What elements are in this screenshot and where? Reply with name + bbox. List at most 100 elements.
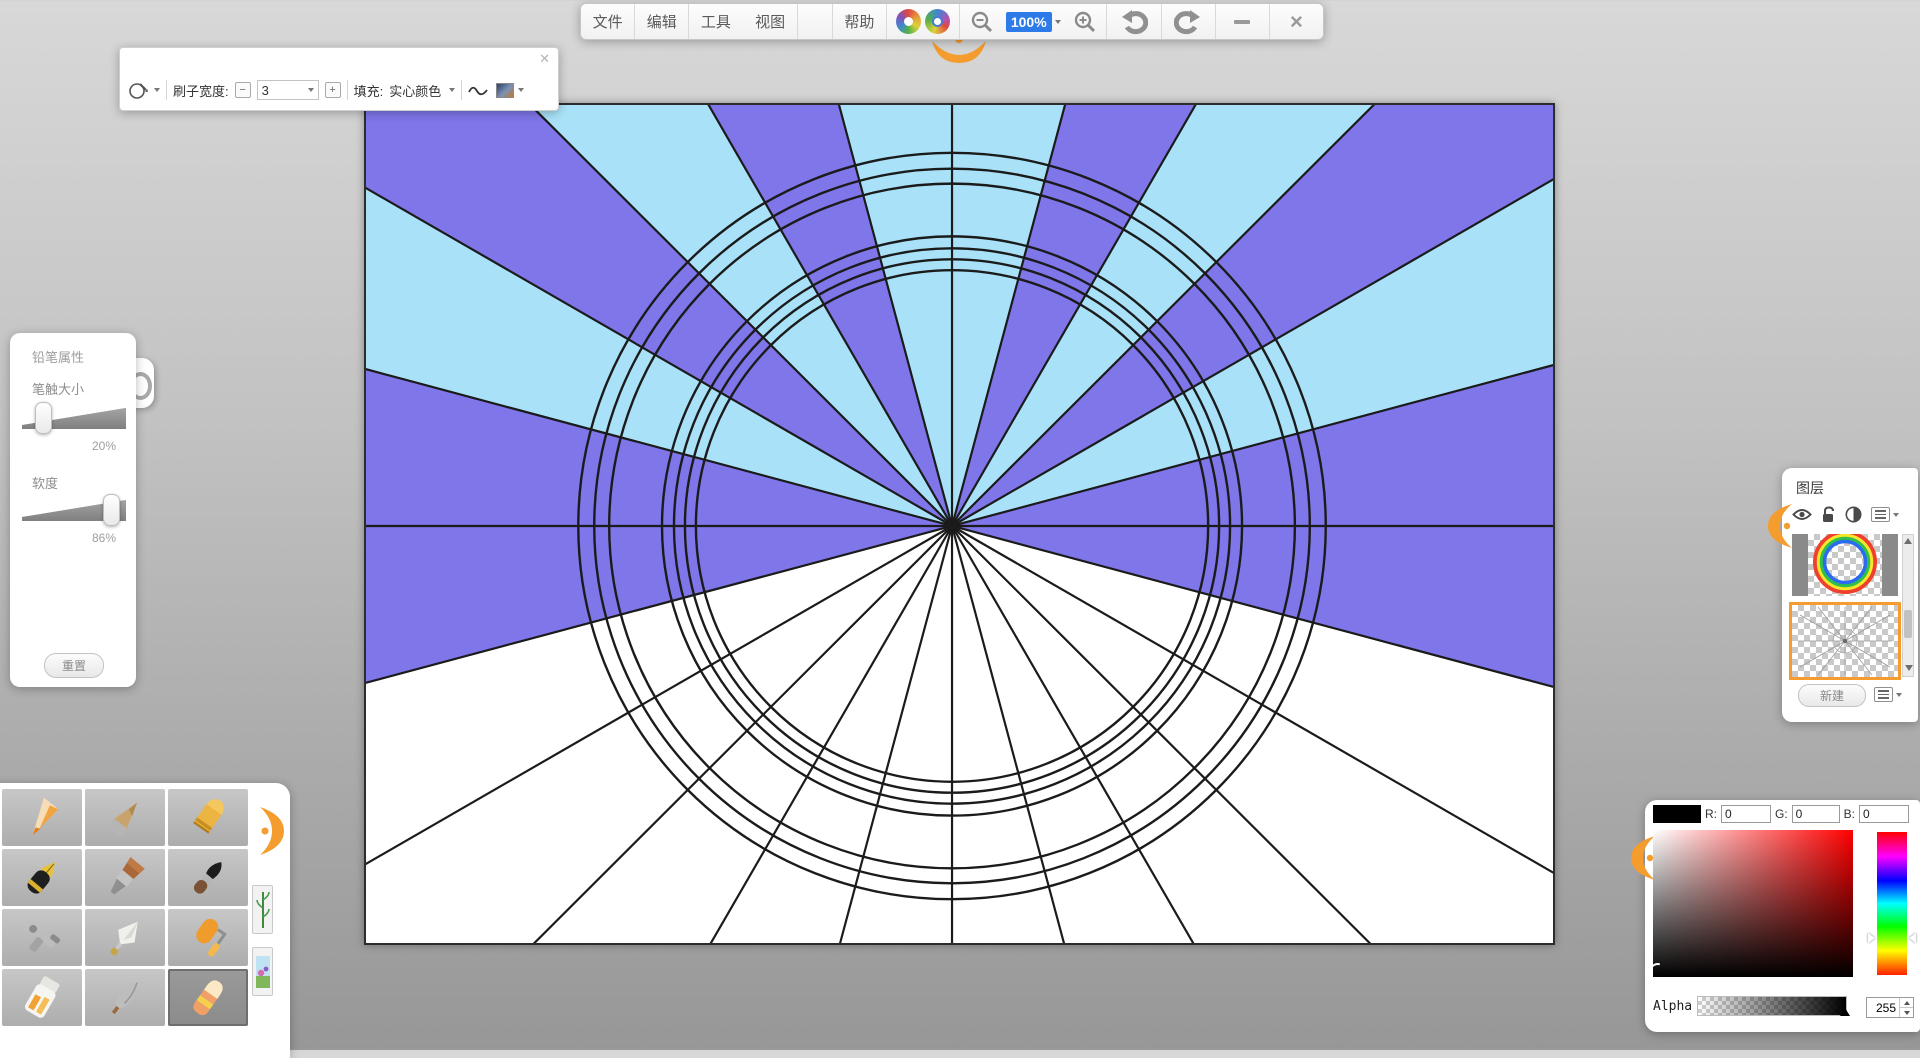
layers-panel: 图层 (1782, 468, 1918, 722)
layer-item-rainbow-circle[interactable] (1792, 534, 1898, 596)
chevron-down-icon[interactable] (154, 88, 160, 92)
alpha-spinner[interactable] (1899, 998, 1913, 1017)
flower-photo-icon (256, 952, 270, 992)
layers-list-menu-button[interactable] (1874, 687, 1902, 702)
softness-slider[interactable] (22, 499, 126, 521)
layers-scrollbar[interactable] (1902, 534, 1914, 677)
spinner-down-button[interactable] (1900, 1007, 1913, 1017)
alpha-slider[interactable] (1697, 996, 1847, 1016)
scrollbar-thumb[interactable] (1904, 610, 1912, 638)
stroke-color-select[interactable] (496, 83, 524, 98)
fill-mode-select[interactable]: 实心颜色 (389, 81, 455, 100)
zoom-out-button[interactable] (960, 4, 1004, 39)
red-label: R: (1705, 807, 1717, 821)
brush-width-label: 刷子宽度: (173, 81, 229, 100)
workspace-toggle-button[interactable] (887, 4, 959, 39)
blend-contrast-icon[interactable] (1845, 506, 1862, 523)
brush-width-value: 3 (262, 83, 302, 98)
tool-crayon-button[interactable] (168, 789, 248, 846)
scroll-down-icon[interactable] (1905, 665, 1913, 671)
tool-fountain-pen-button[interactable] (2, 849, 82, 906)
panel-title: 铅笔属性 (32, 347, 84, 366)
picture-stamp-button[interactable] (252, 947, 273, 996)
menu-tools[interactable]: 工具 (689, 4, 742, 39)
chevron-down-icon (449, 88, 455, 92)
menu-edit[interactable]: 编辑 (635, 4, 688, 39)
zoom-in-button[interactable] (1063, 4, 1107, 39)
new-layer-button[interactable]: 新建 (1798, 684, 1866, 707)
close-button[interactable]: × (1270, 4, 1323, 39)
softness-label: 软度 (32, 473, 58, 492)
tool-smudge-button[interactable] (85, 969, 165, 1026)
reset-button[interactable]: 重置 (44, 653, 104, 678)
visibility-eye-icon[interactable] (1792, 508, 1812, 521)
undo-button[interactable] (1107, 4, 1160, 39)
menu-help[interactable]: 帮助 (833, 4, 886, 39)
paint-roller-icon (185, 915, 231, 961)
zoom-level-select[interactable]: 100% (1004, 4, 1063, 39)
tool-pencil-button[interactable] (2, 789, 82, 846)
drawing-canvas[interactable] (364, 103, 1555, 945)
panel-title: 图层 (1796, 478, 1824, 498)
slider-thumb[interactable] (103, 494, 120, 526)
scroll-up-icon[interactable] (1904, 538, 1912, 544)
tool-eraser-button[interactable] (168, 969, 248, 1026)
tool-flat-brush-button[interactable] (85, 849, 165, 906)
sv-cursor-icon[interactable] (1649, 963, 1667, 981)
palette-knife-icon (102, 915, 148, 961)
hue-slider[interactable] (1877, 832, 1907, 975)
tool-ink-brush-button[interactable] (168, 849, 248, 906)
arrow-down-icon (1904, 1011, 1910, 1015)
tool-palette-knife-button[interactable] (85, 909, 165, 966)
menu-file[interactable]: 文件 (581, 4, 634, 39)
alpha-value: 255 (1867, 1001, 1899, 1015)
layers-drag-handle[interactable] (1768, 504, 1794, 548)
toolbar-close-button[interactable]: ✕ (539, 52, 550, 65)
menu-lines-icon (1871, 507, 1890, 522)
shape-tool-icon[interactable] (128, 80, 148, 100)
saturation-value-field[interactable] (1653, 830, 1853, 977)
tool-paint-roller-button[interactable] (168, 909, 248, 966)
layer-options-menu-button[interactable] (1871, 507, 1899, 522)
ink-brush-icon (185, 855, 231, 901)
bamboo-stamp-button[interactable] (252, 885, 273, 934)
hue-marker-left-icon[interactable] (1868, 933, 1875, 943)
airbrush-icon (19, 915, 65, 961)
tool-pastel-button[interactable] (85, 789, 165, 846)
pencil-icon (19, 795, 65, 841)
hue-marker-right-icon[interactable] (1909, 933, 1916, 943)
chevron-down-icon (1893, 513, 1899, 517)
alpha-value-box[interactable]: 255 (1866, 997, 1914, 1018)
lock-open-icon[interactable] (1821, 506, 1836, 523)
tool-airbrush-button[interactable] (2, 909, 82, 966)
spinner-up-button[interactable] (1900, 998, 1913, 1007)
fill-mode-value: 实心颜色 (389, 81, 441, 100)
radial-sketch-thumbnail (1792, 605, 1898, 677)
layer-item-radial-sketch[interactable] (1789, 602, 1901, 680)
line-smoothing-icon[interactable] (468, 83, 490, 97)
width-decrease-button[interactable]: − (235, 82, 251, 98)
stroke-size-slider[interactable] (22, 407, 126, 429)
blue-input[interactable]: 0 (1859, 805, 1909, 823)
redo-button[interactable] (1162, 4, 1215, 39)
width-increase-button[interactable]: + (325, 82, 341, 98)
alpha-marker-icon[interactable] (1840, 1008, 1850, 1016)
menu-view[interactable]: 视图 (743, 4, 796, 39)
brush-width-select[interactable]: 3 (257, 80, 319, 100)
blue-label: B: (1844, 807, 1855, 821)
green-input[interactable]: 0 (1792, 805, 1840, 823)
zoom-level-value: 100% (1006, 12, 1052, 32)
swirl-logo-icon (925, 9, 950, 34)
rainbow-circle-thumbnail (1808, 534, 1882, 596)
smudge-icon (102, 975, 148, 1021)
red-input[interactable]: 0 (1721, 805, 1771, 823)
tool-paint-jar-button[interactable] (2, 969, 82, 1026)
brush-options-toolbar: ✕ 刷子宽度: − 3 + 填充: 实心颜色 (119, 47, 559, 111)
flat-brush-icon (102, 855, 148, 901)
slider-thumb[interactable] (35, 402, 52, 434)
minimize-button[interactable] (1216, 4, 1269, 39)
stroke-size-label: 笔触大小 (32, 379, 84, 398)
fountain-pen-icon (19, 855, 65, 901)
palette-drag-handle[interactable] (258, 807, 284, 855)
minimize-icon (1234, 20, 1250, 24)
